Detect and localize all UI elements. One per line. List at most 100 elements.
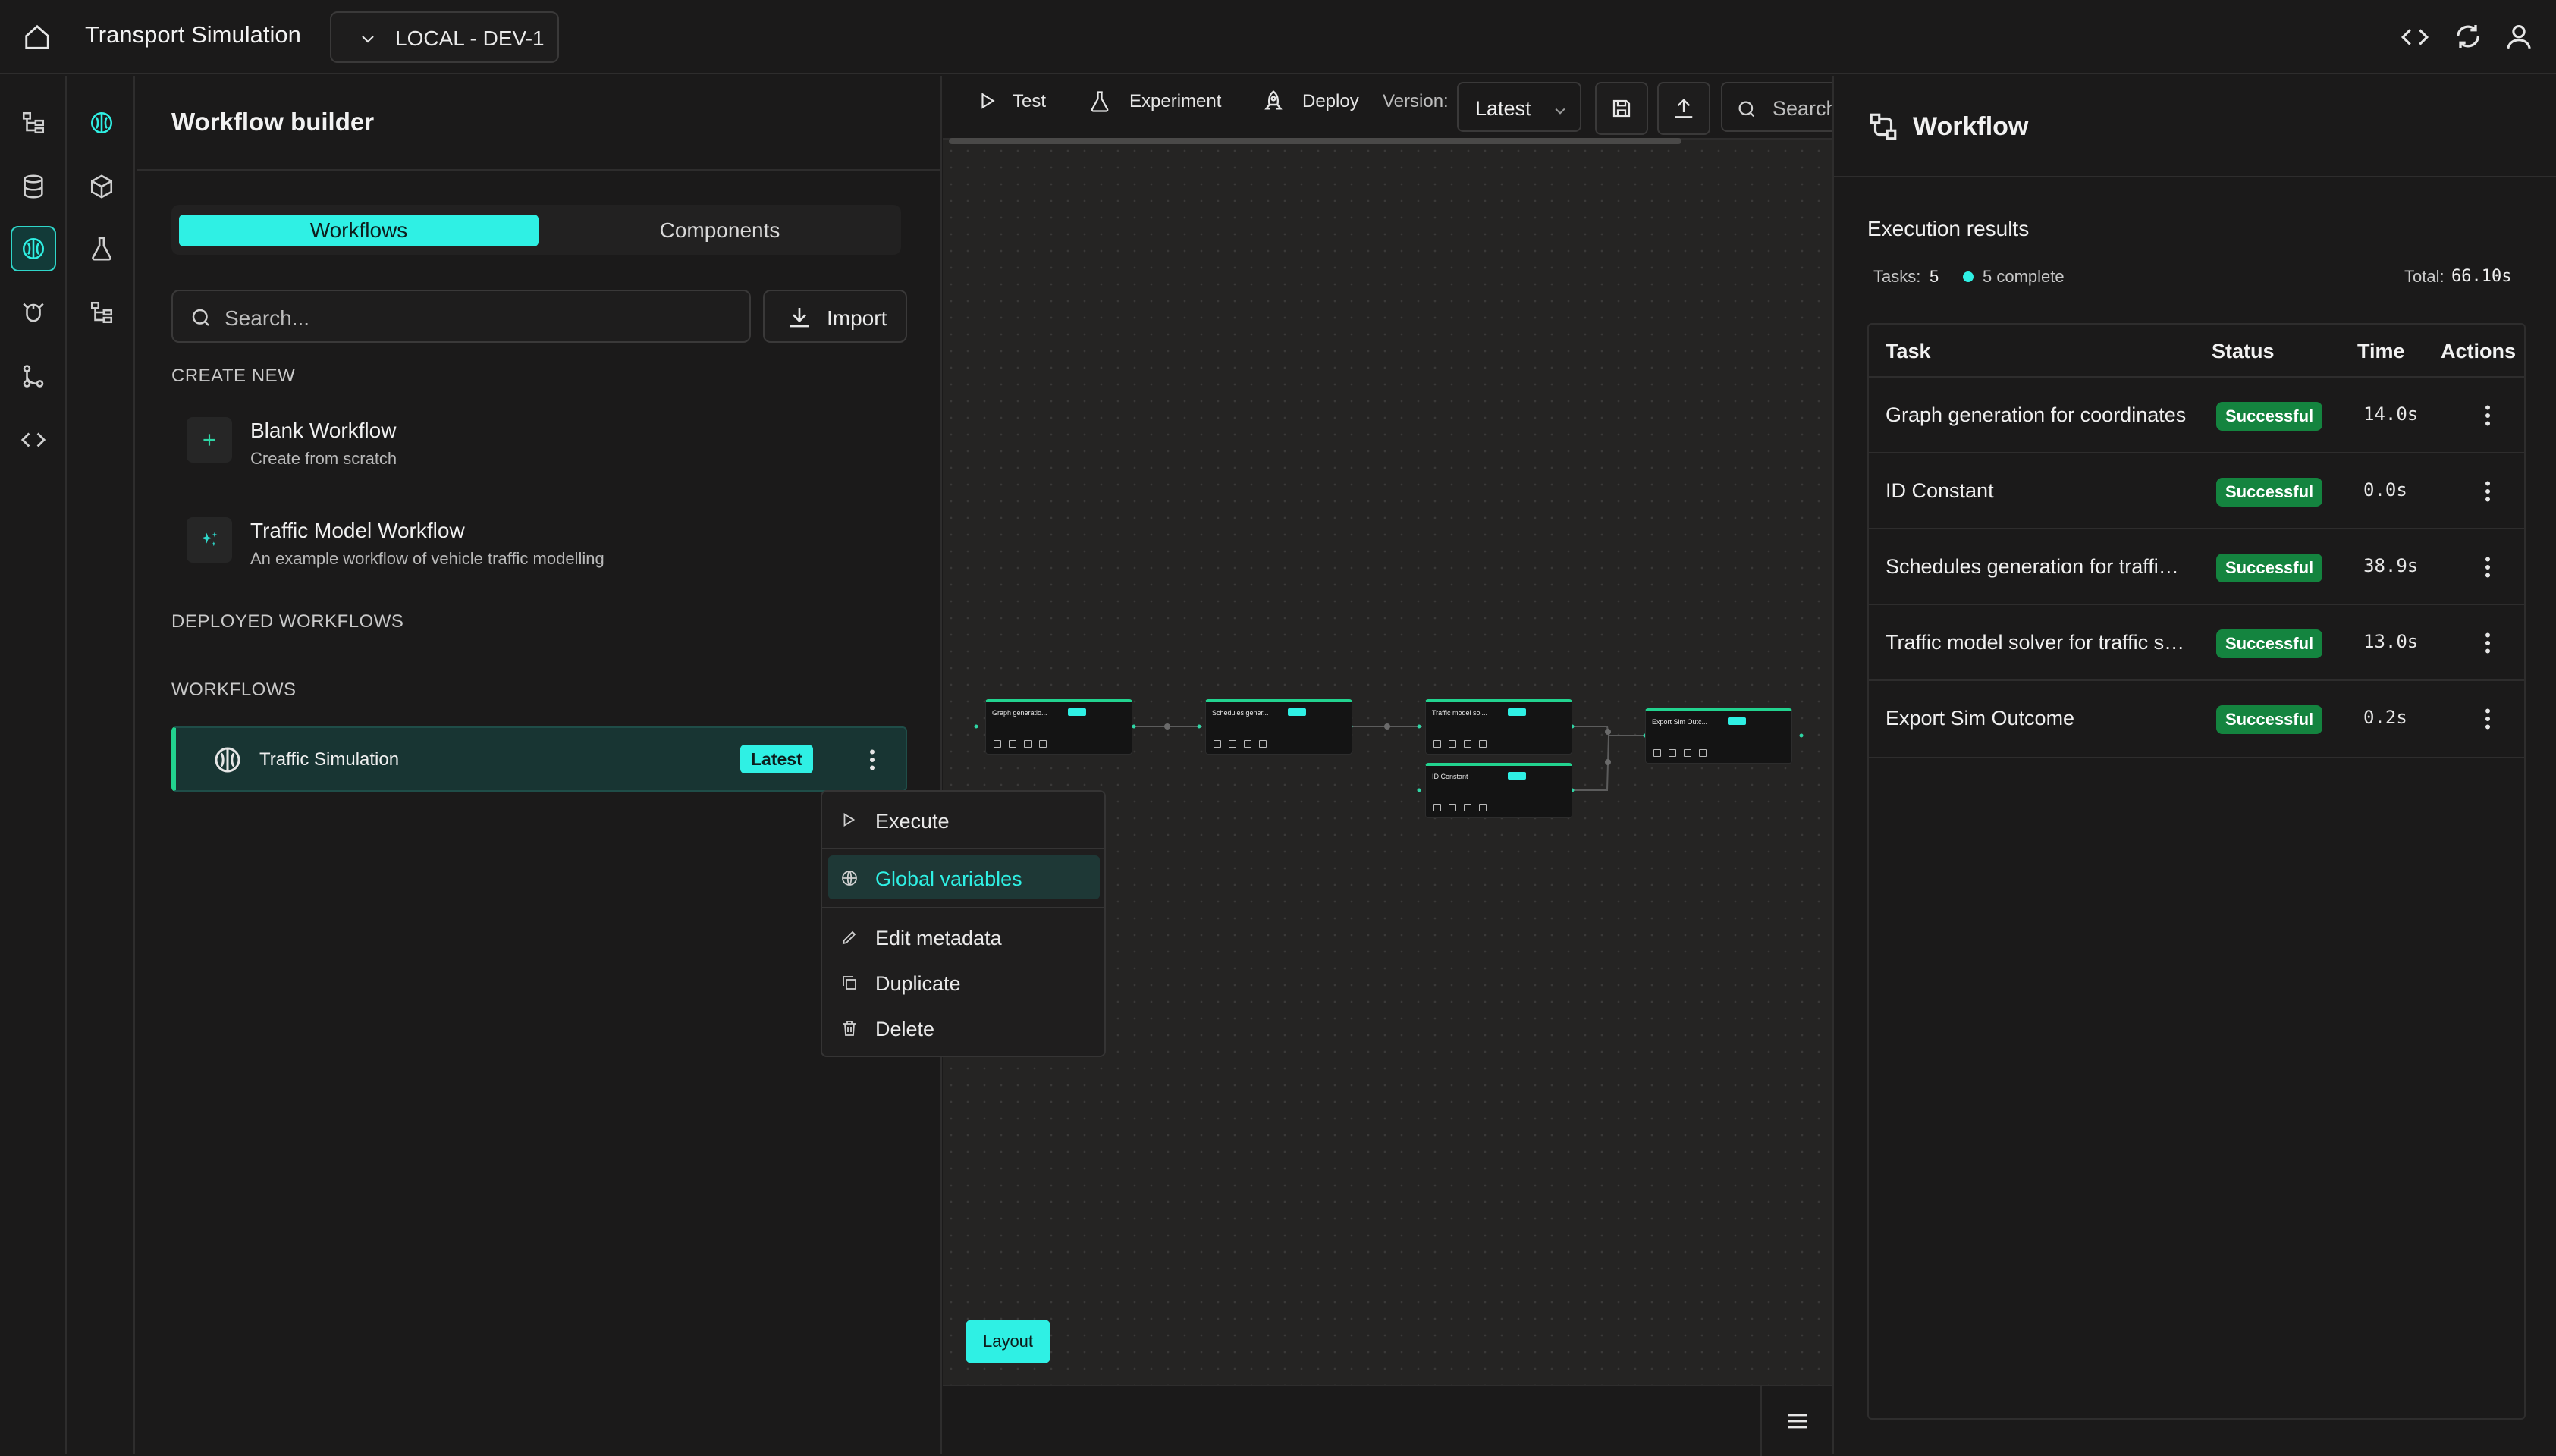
menu-item-delete[interactable]: Delete xyxy=(828,1006,1100,1050)
search-placeholder: Search... xyxy=(225,306,310,330)
trash-icon xyxy=(840,1019,859,1037)
workflow-list-item[interactable]: Traffic Simulation Latest xyxy=(171,726,907,792)
node-actions xyxy=(994,740,1124,748)
status-badge: Successful xyxy=(2216,402,2323,431)
copy-icon xyxy=(840,974,859,992)
total-value: 66.10s xyxy=(2451,267,2512,286)
more-options-icon[interactable] xyxy=(859,745,886,775)
workflow-node-traffic-model-solver[interactable]: Traffic model sol... xyxy=(1425,699,1572,755)
canvas-footer xyxy=(943,1385,1832,1456)
more-options-icon[interactable] xyxy=(2474,554,2501,581)
table-row[interactable]: Traffic model solver for traffic simulat… xyxy=(1869,604,2524,681)
git-branch-icon[interactable] xyxy=(12,355,55,397)
workflows-heading: WORKFLOWS xyxy=(171,679,297,700)
environment-label: LOCAL - DEV-1 xyxy=(395,27,545,50)
hierarchy-icon[interactable] xyxy=(80,291,123,334)
menu-item-global-variables[interactable]: Global variables xyxy=(828,855,1100,899)
bug-icon[interactable] xyxy=(12,291,55,334)
create-new-heading: CREATE NEW xyxy=(171,366,296,386)
flask-icon[interactable] xyxy=(80,228,123,270)
tab-components[interactable]: Components xyxy=(546,215,893,246)
workflow-builder-panel: Workflow builder Workflows Components Se… xyxy=(137,76,942,1454)
menu-button[interactable] xyxy=(1760,1386,1832,1456)
tab-switcher: Workflows Components xyxy=(171,205,901,255)
plus-icon xyxy=(187,417,232,463)
brain-icon[interactable] xyxy=(80,102,123,144)
workflow-node-schedules-generation[interactable]: Schedules gener... xyxy=(1205,699,1352,755)
task-time: 13.0s xyxy=(2363,631,2419,652)
traffic-model-workflow-subtitle: An example workflow of vehicle traffic m… xyxy=(250,549,604,568)
import-label: Import xyxy=(827,306,887,330)
create-traffic-model-workflow[interactable]: Traffic Model Workflow An example workfl… xyxy=(187,514,869,582)
workflow-node-graph-generation[interactable]: Graph generatio... xyxy=(985,699,1132,755)
panel-header: Workflow builder xyxy=(137,76,942,171)
refresh-icon[interactable] xyxy=(2453,21,2483,52)
menu-item-edit-metadata[interactable]: Edit metadata xyxy=(828,915,1100,959)
status-badge: Successful xyxy=(2216,705,2323,734)
workflow-context-menu: Execute Global variables Edit metadata D… xyxy=(821,790,1106,1057)
code-icon[interactable] xyxy=(2400,23,2430,52)
node-badge xyxy=(1508,708,1526,716)
column-header-status: Status xyxy=(2212,340,2275,362)
node-title: Schedules gener... xyxy=(1212,709,1269,717)
table-row[interactable]: Schedules generation for traffic simulat… xyxy=(1869,528,2524,605)
total-label: Total: xyxy=(2404,267,2445,286)
play-icon xyxy=(840,811,857,828)
more-options-icon[interactable] xyxy=(2474,402,2501,429)
menu-divider xyxy=(822,907,1104,908)
menu-item-label: Execute xyxy=(875,810,950,833)
pencil-icon xyxy=(840,928,859,946)
status-badge: Successful xyxy=(2216,478,2323,507)
workflow-canvas[interactable]: Test Experiment Deploy Version: Latest S… xyxy=(943,76,1832,1456)
blank-workflow-subtitle: Create from scratch xyxy=(250,449,397,468)
create-blank-workflow[interactable]: Blank Workflow Create from scratch xyxy=(187,414,869,482)
complete-dot xyxy=(1963,271,1974,282)
task-name: Graph generation for coordinates xyxy=(1886,403,2187,426)
menu-item-execute[interactable]: Execute xyxy=(828,798,1100,842)
menu-item-label: Global variables xyxy=(875,868,1022,890)
workflow-node-export-sim-outcome[interactable]: Export Sim Outc... xyxy=(1645,708,1792,764)
workflow-results-panel: Workflow Execution results Tasks: 5 5 co… xyxy=(1832,76,2556,1454)
home-icon[interactable] xyxy=(23,23,52,52)
deployed-workflows-heading: DEPLOYED WORKFLOWS xyxy=(171,611,404,632)
workflow-node-id-constant[interactable]: ID Constant xyxy=(1425,763,1572,818)
import-button[interactable]: Import xyxy=(763,290,907,343)
execution-results-title: Execution results xyxy=(1867,217,2030,240)
node-title: Export Sim Outc... xyxy=(1652,718,1708,726)
column-header-task: Task xyxy=(1886,340,1931,362)
menu-item-duplicate[interactable]: Duplicate xyxy=(828,960,1100,1004)
task-name: Traffic model solver for traffic simulat… xyxy=(1886,631,2189,654)
hierarchy-icon[interactable] xyxy=(12,102,55,144)
database-icon[interactable] xyxy=(12,165,55,208)
tasks-count: 5 xyxy=(1930,267,1939,286)
cube-icon[interactable] xyxy=(80,165,123,208)
brain-icon[interactable] xyxy=(11,226,56,271)
menu-divider xyxy=(822,848,1104,849)
layout-button[interactable]: Layout xyxy=(966,1320,1050,1363)
download-icon xyxy=(787,305,812,329)
code-icon[interactable] xyxy=(12,419,55,461)
more-options-icon[interactable] xyxy=(2474,629,2501,657)
tab-workflows[interactable]: Workflows xyxy=(179,215,539,246)
node-actions xyxy=(1214,740,1344,748)
panel-title: Workflow builder xyxy=(171,108,375,136)
node-title: ID Constant xyxy=(1432,773,1468,780)
table-row[interactable]: Export Sim Outcome Successful 0.2s xyxy=(1869,679,2524,758)
node-title: Graph generatio... xyxy=(992,709,1047,717)
workflow-icon xyxy=(1867,111,1899,143)
search-input[interactable]: Search... xyxy=(171,290,751,343)
environment-select[interactable]: LOCAL - DEV-1 xyxy=(330,11,559,63)
panel-title: Workflow xyxy=(1913,112,2029,141)
version-badge: Latest xyxy=(740,745,813,774)
hamburger-icon xyxy=(1788,1414,1807,1429)
user-icon[interactable] xyxy=(2504,21,2533,52)
task-time: 0.2s xyxy=(2363,707,2407,728)
table-row[interactable]: ID Constant Successful 0.0s xyxy=(1869,452,2524,529)
top-bar: Transport Simulation LOCAL - DEV-1 xyxy=(0,0,2556,74)
table-row[interactable]: Graph generation for coordinates Success… xyxy=(1869,376,2524,453)
panel-header: Workflow xyxy=(1834,76,2556,177)
more-options-icon[interactable] xyxy=(2474,705,2501,733)
secondary-nav-rail xyxy=(67,76,135,1454)
column-header-actions: Actions xyxy=(2441,340,2517,362)
more-options-icon[interactable] xyxy=(2474,478,2501,505)
